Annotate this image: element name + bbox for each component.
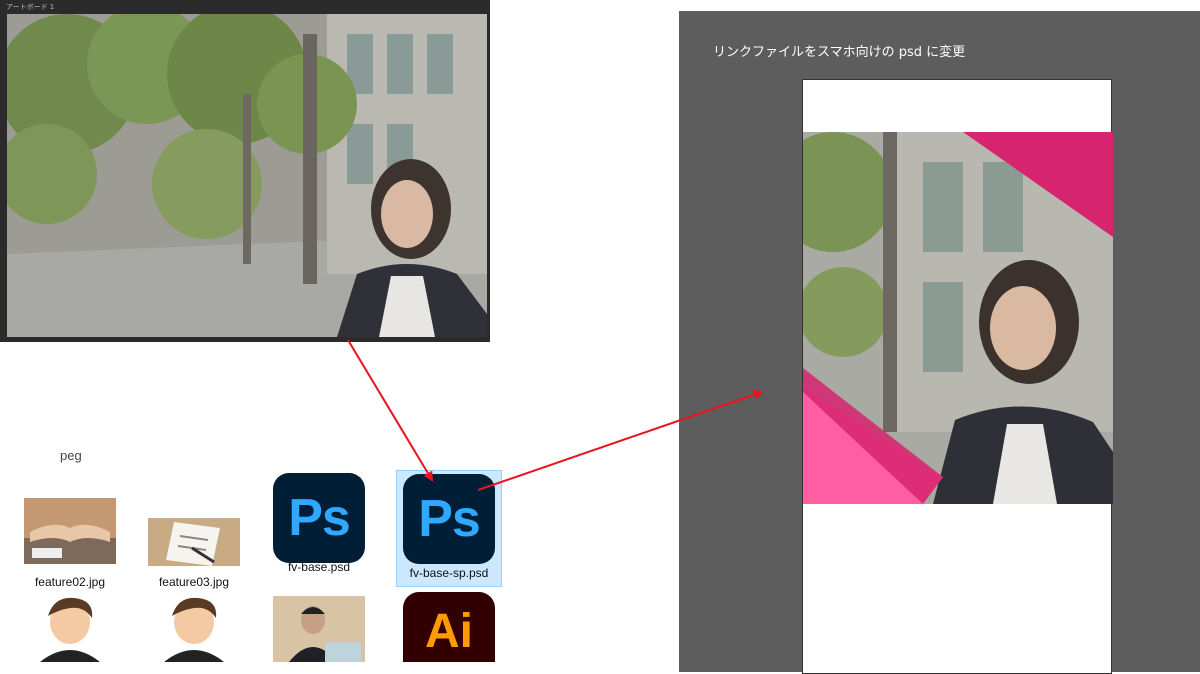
file-item-avatar-1[interactable] (17, 590, 123, 672)
avatar-thumbnail-icon (148, 592, 240, 662)
file-explorer: peg feature02.jpg feature03.jpg Ps fv-ba… (0, 440, 530, 672)
handshake-thumbnail-icon (24, 498, 116, 564)
file-name: feature02.jpg (34, 575, 106, 589)
artboard-title: アートボード 1 (6, 3, 55, 11)
smartphone-artboard-panel: リンクファイルをスマホ向けの psd に変更 (679, 11, 1200, 674)
file-name: fv-base-sp.psd (409, 566, 489, 580)
artboard-photo (7, 14, 487, 337)
smartphone-artboard (802, 79, 1113, 674)
checklist-thumbnail-icon (148, 518, 240, 566)
file-item-person-photo[interactable] (266, 590, 372, 672)
file-item-feature02[interactable]: feature02.jpg (17, 480, 123, 595)
file-item-illustrator[interactable]: Ai (396, 590, 502, 672)
person-laptop-thumbnail-icon (273, 596, 365, 662)
file-name: feature03.jpg (158, 575, 230, 589)
artboard-frame: アートボード 1 (0, 0, 490, 342)
panel-caption: リンクファイルをスマホ向けの psd に変更 (713, 45, 966, 60)
file-item-fv-base[interactable]: Ps fv-base.psd (266, 465, 372, 580)
file-item-feature03[interactable]: feature03.jpg (141, 480, 247, 595)
avatar-thumbnail-icon (24, 592, 116, 662)
file-item-fv-base-sp[interactable]: Ps fv-base-sp.psd (396, 470, 502, 587)
photoshop-icon: Ps (273, 473, 365, 563)
truncated-filename: peg (60, 450, 82, 463)
illustrator-icon: Ai (403, 592, 495, 662)
photoshop-icon: Ps (403, 474, 495, 564)
file-name: fv-base.psd (287, 560, 351, 574)
file-item-avatar-2[interactable] (141, 590, 247, 672)
smartphone-photo (803, 132, 1113, 504)
